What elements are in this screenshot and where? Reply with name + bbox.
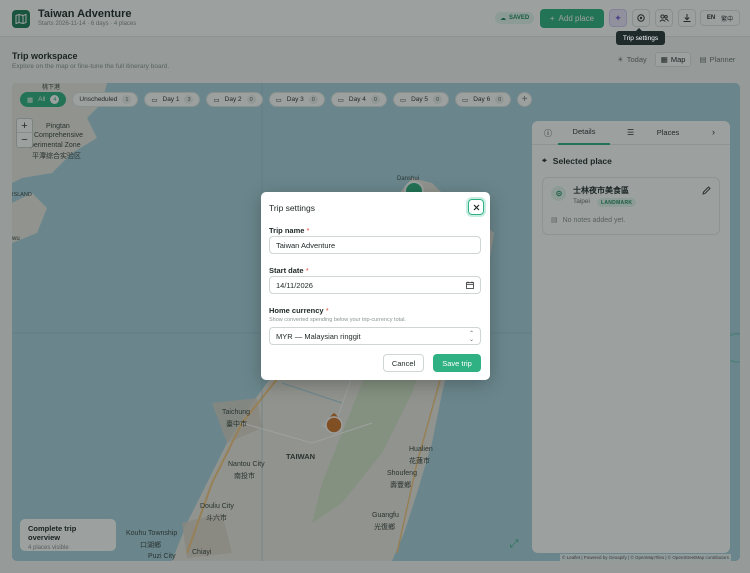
- close-button[interactable]: [468, 199, 484, 215]
- currency-label: Home currency *: [269, 306, 329, 315]
- trip-settings-tooltip: Trip settings: [616, 28, 665, 45]
- start-date-field[interactable]: 14/11/2026: [269, 276, 481, 294]
- trip-settings-dialog: Trip settings Trip name * Taiwan Adventu…: [261, 192, 490, 380]
- trip-name-value: Taiwan Adventure: [276, 240, 336, 250]
- currency-label-text: Home currency: [269, 306, 324, 315]
- chevron-updown-icon: ⌃ ⌄: [468, 331, 474, 343]
- dialog-title: Trip settings: [269, 203, 315, 213]
- start-date-label: Start date *: [269, 266, 309, 275]
- required-mark: *: [305, 266, 309, 275]
- save-trip-button[interactable]: Save trip: [433, 354, 481, 372]
- currency-hint: Show converted spending below your trip-…: [269, 317, 406, 323]
- currency-select[interactable]: MYR — Malaysian ringgit ⌃ ⌄: [269, 327, 481, 345]
- start-date-label-text: Start date: [269, 266, 304, 275]
- required-mark: *: [306, 226, 310, 235]
- cancel-button[interactable]: Cancel: [383, 354, 424, 372]
- currency-value: MYR — Malaysian ringgit: [276, 331, 361, 341]
- calendar-icon[interactable]: [466, 281, 474, 291]
- trip-name-label: Trip name *: [269, 226, 309, 235]
- start-date-value: 14/11/2026: [276, 280, 313, 290]
- trip-name-label-text: Trip name: [269, 226, 305, 235]
- close-icon: [473, 204, 479, 210]
- trip-name-field[interactable]: Taiwan Adventure: [269, 236, 481, 254]
- required-mark: *: [325, 306, 329, 315]
